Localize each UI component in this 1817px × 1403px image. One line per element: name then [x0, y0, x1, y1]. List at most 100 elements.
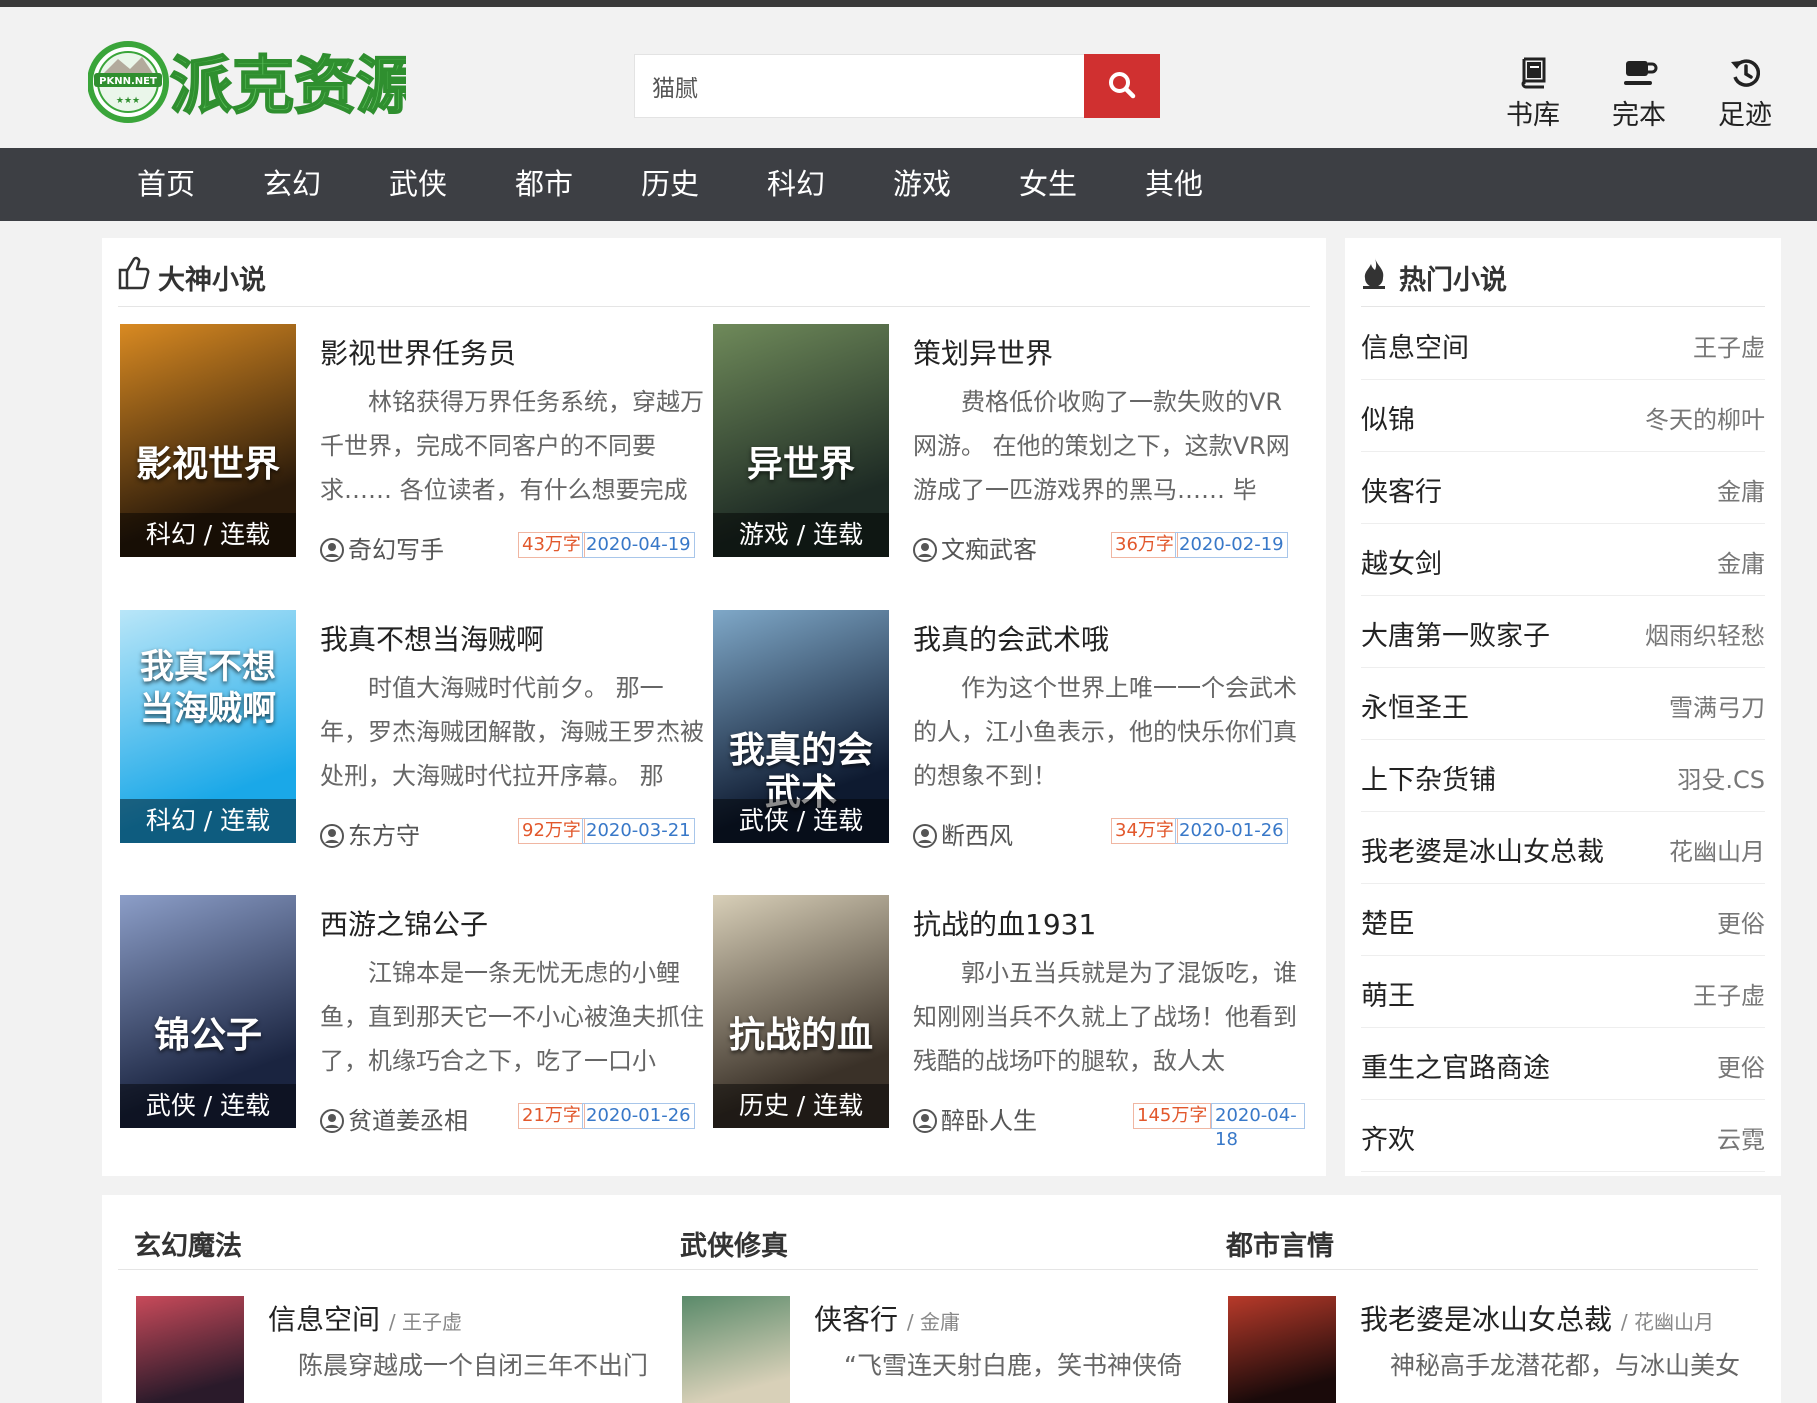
hot-book-author[interactable]: 烟雨织轻愁: [1645, 616, 1765, 651]
book-cover[interactable]: 我真不想当海贼啊 科幻 / 连载: [120, 610, 296, 843]
book-title[interactable]: 策划异世界: [913, 332, 1053, 372]
hot-book-title[interactable]: 萌王: [1361, 974, 1415, 1013]
cover-title: 锦公子: [153, 1015, 262, 1056]
book-author[interactable]: 奇幻写手: [320, 530, 444, 565]
book-cover[interactable]: 抗战的血 历史 / 连载: [713, 895, 889, 1128]
hot-book-author[interactable]: 更俗: [1717, 1048, 1765, 1083]
hot-book-title[interactable]: 齐欢: [1361, 1118, 1415, 1157]
section-book-heading[interactable]: 我老婆是冰山女总裁 / 花幽山月: [1360, 1298, 1714, 1338]
hot-list-item[interactable]: 侠客行 金庸: [1361, 452, 1765, 524]
history-link[interactable]: 足迹: [1700, 57, 1790, 131]
section-book-cover[interactable]: [1228, 1296, 1336, 1403]
cover-title: 异世界: [746, 444, 855, 485]
hot-book-author[interactable]: 云霓: [1717, 1120, 1765, 1155]
hot-book-title[interactable]: 似锦: [1361, 398, 1415, 437]
finished-link[interactable]: 完本: [1594, 57, 1684, 131]
hot-book-title[interactable]: 越女剑: [1361, 542, 1442, 581]
hot-book-title[interactable]: 上下杂货铺: [1361, 758, 1496, 797]
book-title[interactable]: 我真的会武术哦: [913, 618, 1109, 658]
search-button[interactable]: [1084, 54, 1160, 118]
section-book-cover[interactable]: [682, 1296, 790, 1403]
hot-book-title[interactable]: 大唐第一败家子: [1361, 614, 1550, 653]
book-cover[interactable]: 异世界 游戏 / 连载: [713, 324, 889, 557]
book-author[interactable]: 断西风: [913, 816, 1013, 851]
hot-book-title[interactable]: 我老婆是冰山女总裁: [1361, 830, 1604, 869]
hot-book-title[interactable]: 楚臣: [1361, 902, 1415, 941]
hot-book-author[interactable]: 王子虚: [1693, 328, 1765, 363]
author-name: 东方守: [348, 822, 420, 850]
section-book[interactable]: 侠客行 / 金庸 “飞雪连天射白鹿，笑书神侠倚: [682, 1296, 1202, 1403]
book-card[interactable]: 抗战的血 历史 / 连载 抗战的血1931 郭小五当兵就是为了混饭吃，谁知刚刚当…: [713, 895, 1305, 1150]
book-card[interactable]: 我真的会武术 武侠 / 连载 我真的会武术哦 作为这个世界上唯一一个会武术的人，…: [713, 610, 1305, 850]
section-title[interactable]: 都市言情: [1226, 1224, 1334, 1263]
book-title[interactable]: 西游之锦公子: [320, 903, 488, 943]
nav-item-female[interactable]: 女生: [1019, 148, 1077, 221]
book-card[interactable]: 锦公子 武侠 / 连载 西游之锦公子 江锦本是一条无忧无虑的小鲤鱼，直到那天它一…: [120, 895, 712, 1135]
hot-list-item[interactable]: 萌王 王子虚: [1361, 956, 1765, 1028]
site-header: PKNN.NET ★★★ 派克资源 书库 完本: [0, 7, 1817, 148]
book-author[interactable]: 醉卧人生: [913, 1101, 1037, 1136]
hot-list-item[interactable]: 永恒圣王 雪满弓刀: [1361, 668, 1765, 740]
hot-list-item[interactable]: 楚臣 更俗: [1361, 884, 1765, 956]
hot-book-author[interactable]: 雪满弓刀: [1669, 688, 1765, 723]
history-icon: [1731, 59, 1761, 87]
book-card[interactable]: 影视世界 科幻 / 连载 影视世界任务员 林铭获得万界任务系统，穿越万千世界，完…: [120, 324, 712, 564]
hot-book-title[interactable]: 侠客行: [1361, 470, 1442, 509]
section-title[interactable]: 玄幻魔法: [134, 1224, 242, 1263]
hot-list-item[interactable]: 越女剑 金庸: [1361, 524, 1765, 596]
book-author[interactable]: 东方守: [320, 816, 420, 851]
section-book-heading[interactable]: 信息空间 / 王子虚: [268, 1298, 462, 1338]
hot-book-author[interactable]: 王子虚: [1693, 976, 1765, 1011]
user-icon: [320, 824, 344, 848]
book-card[interactable]: 我真不想当海贼啊 科幻 / 连载 我真不想当海贼啊 时值大海贼时代前夕。 那一年…: [120, 610, 712, 850]
nav-item-urban[interactable]: 都市: [515, 148, 573, 221]
hot-list-item[interactable]: 齐欢 云霓: [1361, 1100, 1765, 1172]
hot-book-author[interactable]: 金庸: [1717, 544, 1765, 579]
book-title[interactable]: 我真不想当海贼啊: [320, 618, 544, 658]
hot-book-author[interactable]: 金庸: [1717, 472, 1765, 507]
nav-item-scifi[interactable]: 科幻: [767, 148, 825, 221]
nav-item-home[interactable]: 首页: [137, 148, 195, 221]
book-cover[interactable]: 我真的会武术 武侠 / 连载: [713, 610, 889, 843]
cover-tag: 游戏 / 连载: [713, 513, 889, 557]
featured-divider: [118, 306, 1310, 307]
book-title[interactable]: 影视世界任务员: [320, 332, 516, 372]
nav-item-other[interactable]: 其他: [1145, 148, 1203, 221]
hot-book-author[interactable]: 冬天的柳叶: [1645, 400, 1765, 435]
nav-item-fantasy[interactable]: 玄幻: [263, 148, 321, 221]
book-title[interactable]: 抗战的血1931: [913, 903, 1096, 943]
section-title[interactable]: 武侠修真: [680, 1224, 788, 1263]
cover-title: 抗战的血: [728, 1015, 873, 1056]
nav-item-game[interactable]: 游戏: [893, 148, 951, 221]
hot-list-item[interactable]: 上下杂货铺 羽殳.CS: [1361, 740, 1765, 812]
section-book-heading[interactable]: 侠客行 / 金庸: [814, 1298, 960, 1338]
flame-icon: [1363, 258, 1385, 289]
book-cover[interactable]: 影视世界 科幻 / 连载: [120, 324, 296, 557]
hot-book-title[interactable]: 重生之官路商途: [1361, 1046, 1550, 1085]
section-book-cover[interactable]: [136, 1296, 244, 1403]
nav-item-wuxia[interactable]: 武侠: [389, 148, 447, 221]
user-icon: [913, 824, 937, 848]
section-book[interactable]: 我老婆是冰山女总裁 / 花幽山月 神秘高手龙潜花都，与冰山美女: [1228, 1296, 1748, 1403]
hot-list-item[interactable]: 似锦 冬天的柳叶: [1361, 380, 1765, 452]
nav-item-history[interactable]: 历史: [641, 148, 699, 221]
hot-list-item[interactable]: 大唐第一败家子 烟雨织轻愁: [1361, 596, 1765, 668]
hot-book-title[interactable]: 信息空间: [1361, 326, 1469, 365]
hot-list-item[interactable]: 重生之官路商途 更俗: [1361, 1028, 1765, 1100]
hot-book-author[interactable]: 羽殳.CS: [1677, 760, 1765, 795]
search-input[interactable]: [634, 54, 1084, 118]
book-card[interactable]: 异世界 游戏 / 连载 策划异世界 费格低价收购了一款失败的VR网游。 在他的策…: [713, 324, 1305, 564]
hot-list-item[interactable]: 信息空间 王子虚: [1361, 308, 1765, 380]
section-book[interactable]: 信息空间 / 王子虚 陈晨穿越成一个自闭三年不出门: [136, 1296, 656, 1403]
hot-panel: 热门小说 信息空间 王子虚 似锦 冬天的柳叶 侠客行 金庸 越女剑 金庸 大唐第…: [1345, 238, 1781, 1176]
site-logo[interactable]: PKNN.NET ★★★ 派克资源: [87, 35, 419, 129]
hot-book-author[interactable]: 更俗: [1717, 904, 1765, 939]
book-author[interactable]: 文痴武客: [913, 530, 1037, 565]
book-cover[interactable]: 锦公子 武侠 / 连载: [120, 895, 296, 1128]
book-description: 江锦本是一条无忧无虑的小鲤鱼，直到那天它一不小心被渔夫抓住了，机缘巧合之下，吃了…: [320, 959, 704, 1075]
book-author[interactable]: 贫道姜丞相: [320, 1101, 468, 1136]
hot-book-title[interactable]: 永恒圣王: [1361, 686, 1469, 725]
hot-book-author[interactable]: 花幽山月: [1669, 832, 1765, 867]
library-link[interactable]: 书库: [1488, 57, 1578, 131]
hot-list-item[interactable]: 我老婆是冰山女总裁 花幽山月: [1361, 812, 1765, 884]
